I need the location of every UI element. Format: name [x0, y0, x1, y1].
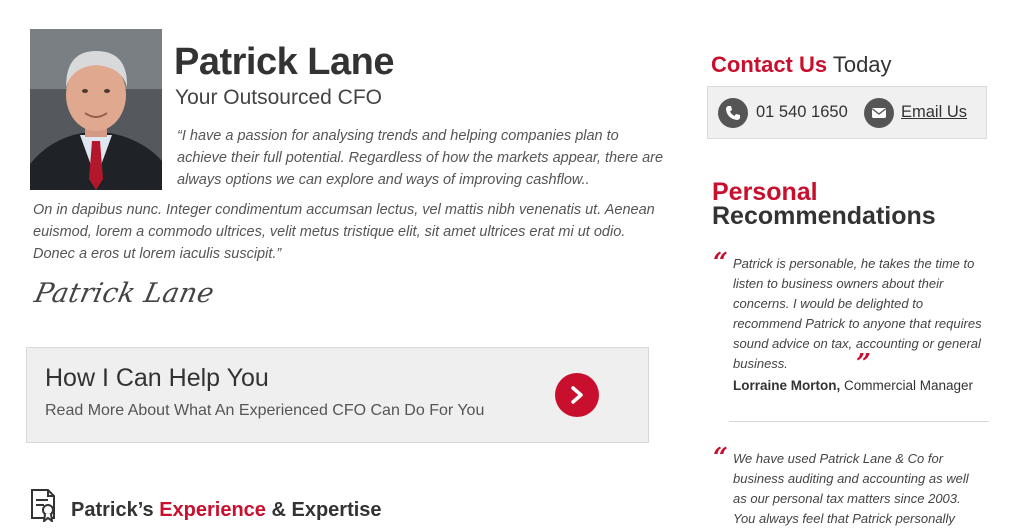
contact-heading: Contact Us Today [711, 52, 892, 78]
experience-heading-prefix: Patrick’s [71, 499, 160, 521]
recommendation-author: Lorraine Morton, Commercial Manager [733, 378, 973, 393]
profile-subtitle: Your Outsourced CFO [175, 86, 382, 109]
experience-heading-suffix: & Expertise [265, 499, 382, 521]
recommendation-author-name: Lorraine Morton, [733, 378, 841, 393]
phone-icon[interactable] [718, 98, 748, 128]
email-link[interactable]: Email Us [901, 103, 967, 122]
contact-heading-highlight: Contact Us [711, 52, 828, 77]
help-subtitle: Read More About What An Experienced CFO … [45, 402, 485, 419]
profile-name: Patrick Lane [174, 41, 395, 83]
help-title: How I Can Help You [45, 364, 269, 392]
profile-photo [30, 29, 162, 190]
chevron-right-icon [571, 386, 583, 404]
certificate-icon [30, 488, 60, 524]
experience-heading: Patrick’s Experience & Expertise [71, 499, 382, 522]
recommendation-author-role: Commercial Manager [840, 378, 974, 393]
email-icon[interactable] [864, 98, 894, 128]
recommendations-heading-line2: Recommendations [712, 202, 936, 230]
recommendation-text: We have used Patrick Lane & Co for busin… [733, 451, 969, 526]
phone-number[interactable]: 01 540 1650 [756, 103, 848, 122]
open-quote-icon: “ [713, 248, 728, 278]
profile-quote-part2: On in dapibus nunc. Integer condimentum … [33, 202, 655, 262]
profile-quote-part1: “I have a passion for analysing trends a… [177, 128, 664, 188]
contact-heading-rest: Today [827, 52, 892, 77]
help-arrow-button[interactable] [555, 373, 599, 417]
divider [729, 421, 989, 422]
close-quote-icon: ” [856, 349, 871, 379]
help-cta-box[interactable]: How I Can Help You Read More About What … [26, 347, 649, 443]
open-quote-icon: “ [713, 443, 728, 473]
experience-heading-highlight: Experience [159, 499, 266, 521]
signature: Patrick Lane [31, 278, 218, 309]
contact-box: 01 540 1650 Email Us [707, 86, 987, 139]
